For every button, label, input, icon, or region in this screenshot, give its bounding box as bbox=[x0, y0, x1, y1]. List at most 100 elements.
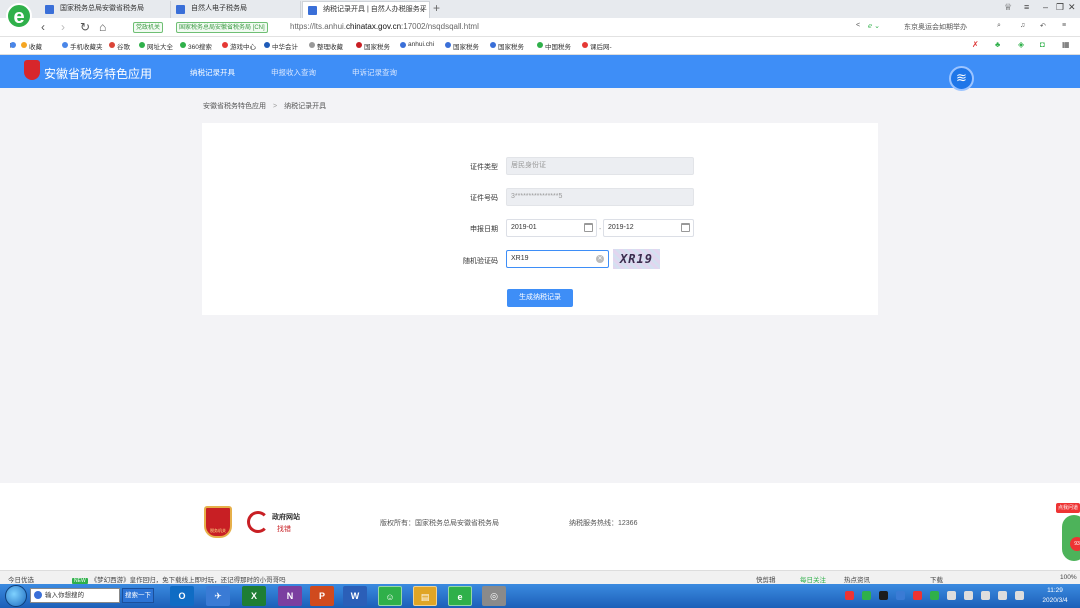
url-field[interactable]: https://lts.anhui.chinatax.gov.cn:17002/… bbox=[290, 22, 479, 31]
game-icon[interactable]: ◘ bbox=[1040, 40, 1045, 49]
zoom-level[interactable]: 100% bbox=[1060, 574, 1077, 581]
start-menu-icon[interactable] bbox=[5, 585, 27, 607]
wps-writer-icon[interactable]: W bbox=[343, 586, 367, 606]
powerpoint-icon[interactable]: P bbox=[310, 586, 334, 606]
mail-app-icon[interactable]: ✈ bbox=[206, 586, 230, 606]
close-window-icon[interactable]: ✕ bbox=[1068, 2, 1076, 13]
tray-icon[interactable] bbox=[947, 591, 956, 600]
reload-icon[interactable]: ↻ bbox=[80, 19, 90, 36]
bookmark-item[interactable]: 国家税务 bbox=[356, 41, 390, 51]
date-end-picker[interactable]: 2019-12 bbox=[603, 219, 694, 237]
system-clock[interactable]: 11:29 2020/3/4 bbox=[1035, 586, 1075, 606]
extension-icon[interactable]: ♣ bbox=[995, 40, 1000, 49]
bookmark-item[interactable]: anhui.chi bbox=[400, 41, 434, 48]
app-icon[interactable]: ◎ bbox=[482, 586, 506, 606]
forward-icon[interactable]: › bbox=[61, 19, 65, 36]
status-item[interactable]: 下载 bbox=[930, 574, 943, 584]
share-icon[interactable]: < bbox=[856, 22, 860, 29]
news-hint[interactable]: 东京奥运会如期举办 bbox=[904, 22, 967, 32]
shirt-skin-icon[interactable]: ♕ bbox=[1004, 2, 1012, 13]
bookmark-item[interactable]: 游戏中心 bbox=[222, 41, 256, 51]
bookmark-item[interactable]: 课后网- bbox=[582, 41, 612, 51]
excel-icon[interactable]: X bbox=[242, 586, 266, 606]
tax-favicon-icon bbox=[176, 5, 185, 14]
bookmark-item[interactable]: 整理收藏 bbox=[309, 41, 343, 51]
shield-icon[interactable]: ◈ bbox=[1018, 40, 1024, 49]
new-tab-button[interactable]: + bbox=[433, 0, 440, 17]
tray-icon[interactable] bbox=[930, 591, 939, 600]
calendar-icon[interactable] bbox=[584, 223, 593, 232]
taskbar-search-input[interactable]: 输入你想搜的 bbox=[30, 588, 120, 603]
ime-icon[interactable] bbox=[1015, 591, 1024, 600]
onenote-icon[interactable]: N bbox=[278, 586, 302, 606]
browser-tab[interactable]: 国家税务总局安徽省税务局 bbox=[40, 1, 171, 18]
status-item[interactable]: 快剪辑 bbox=[756, 574, 776, 584]
bookmark-item[interactable]: 谷歌 bbox=[109, 41, 130, 51]
adblock-icon[interactable]: ✗ bbox=[972, 40, 979, 49]
tray-icon[interactable] bbox=[845, 591, 854, 600]
volume-icon[interactable] bbox=[998, 591, 1007, 600]
tray-icon[interactable] bbox=[896, 591, 905, 600]
sidebar-toggle-icon[interactable]: ▷ bbox=[10, 41, 16, 49]
wifi-icon[interactable] bbox=[949, 66, 974, 91]
gov-site-title[interactable]: 政府网站 bbox=[272, 512, 300, 522]
gov-agency-badge: 党政机关 bbox=[133, 22, 164, 33]
menu-icon[interactable]: ≡ bbox=[1024, 2, 1029, 12]
nav-appeal-query[interactable]: 申诉记录查询 bbox=[352, 67, 397, 78]
windows-taskbar: 输入你想搜的 搜索一下 O ✈ X N P W ☺ ▤ e ◎ 11:29 20… bbox=[0, 584, 1080, 608]
browser-tab-active[interactable]: 纳税记录开具 | 自然人办税服务平 × bbox=[302, 1, 430, 18]
wechat-icon[interactable]: ☺ bbox=[378, 586, 402, 606]
date-start-value: 2019-01 bbox=[511, 224, 537, 231]
back-icon[interactable]: ‹ bbox=[41, 19, 45, 36]
tray-icon[interactable] bbox=[913, 591, 922, 600]
file-explorer-icon[interactable]: ▤ bbox=[413, 586, 437, 606]
browser-logo[interactable]: e bbox=[6, 3, 32, 29]
date-end-value: 2019-12 bbox=[608, 224, 634, 231]
bookmark-item[interactable]: 手机收藏夹 bbox=[62, 41, 103, 51]
close-tab-icon[interactable]: × bbox=[420, 2, 425, 18]
url-domain: chinatax.gov.cn bbox=[346, 22, 402, 31]
bookmark-item[interactable]: 国家税务 bbox=[490, 41, 524, 51]
taskbar-search-button[interactable]: 搜索一下 bbox=[122, 588, 154, 603]
captcha-input[interactable]: XR19 ✕ bbox=[506, 250, 609, 268]
captcha-image[interactable]: XR19 bbox=[613, 249, 660, 269]
home-icon[interactable]: ⌂ bbox=[99, 19, 106, 36]
bookmark-item[interactable]: 中国税务 bbox=[537, 41, 571, 51]
undo-icon[interactable]: ↶ bbox=[1040, 22, 1046, 30]
bookmark-item[interactable]: 收藏 bbox=[21, 41, 42, 51]
site-identity-badge[interactable]: 国家税务总局安徽省税务局 [CN] bbox=[176, 22, 268, 33]
tray-icon[interactable] bbox=[879, 591, 888, 600]
tray-icon[interactable] bbox=[862, 591, 871, 600]
more-menu-icon[interactable]: ≡ bbox=[1062, 22, 1066, 29]
calendar-icon[interactable] bbox=[681, 223, 690, 232]
date-start-picker[interactable]: 2019-01 bbox=[506, 219, 597, 237]
floating-assistant-widget[interactable]: 点我问道 93 bbox=[1056, 503, 1080, 567]
status-item[interactable]: 热点资讯 bbox=[844, 574, 870, 584]
headphones-icon[interactable]: ♫ bbox=[1020, 22, 1025, 29]
bookmark-item[interactable]: 国家税务 bbox=[445, 41, 479, 51]
nav-income-query[interactable]: 申报收入查询 bbox=[271, 67, 316, 78]
gov-site-error-report[interactable]: 找错 bbox=[277, 524, 291, 534]
ie-mode-icon[interactable]: ℯ ⌄ bbox=[868, 22, 880, 30]
search-icon[interactable]: ⌕ bbox=[997, 22, 1001, 30]
network-icon[interactable] bbox=[981, 591, 990, 600]
bookmark-item[interactable]: 网址大全 bbox=[139, 41, 173, 51]
breadcrumb-root[interactable]: 安徽省税务特色应用 bbox=[203, 103, 266, 110]
restore-icon[interactable]: ❐ bbox=[1056, 2, 1064, 13]
clear-input-icon[interactable]: ✕ bbox=[596, 255, 604, 263]
bookmark-item[interactable]: 中华会计 bbox=[264, 41, 298, 51]
outlook-icon[interactable]: O bbox=[170, 586, 194, 606]
minimize-icon[interactable]: – bbox=[1043, 2, 1048, 12]
360-browser-icon[interactable]: e bbox=[448, 586, 472, 606]
daily-pick[interactable]: 今日优选 bbox=[8, 574, 34, 584]
gov-site-logo-icon[interactable] bbox=[247, 511, 269, 533]
tray-icon[interactable] bbox=[964, 591, 973, 600]
bookmark-item[interactable]: 360搜索 bbox=[180, 41, 212, 51]
grid-icon[interactable]: ▦ bbox=[1062, 40, 1070, 49]
status-item[interactable]: 每日关注 bbox=[800, 574, 826, 584]
generate-record-button[interactable]: 生成纳税记录 bbox=[507, 289, 573, 307]
browser-tab[interactable]: 自然人电子税务局 bbox=[171, 1, 301, 18]
nav-tax-record[interactable]: 纳税记录开具 bbox=[190, 67, 235, 78]
site-footer bbox=[0, 483, 1080, 570]
news-ticker[interactable]: NEW 《梦幻西游》皇作回归，免下载线上即时玩，还记得那时的小哥哥吗 bbox=[72, 574, 286, 584]
